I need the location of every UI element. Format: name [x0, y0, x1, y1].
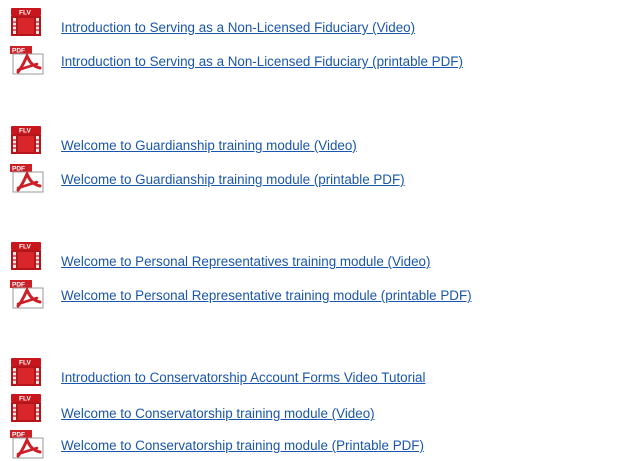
video-link[interactable]: Welcome to Personal Representatives trai… — [61, 254, 430, 270]
pdf-document-icon[interactable]: PDF — [7, 44, 51, 76]
pdf-link[interactable]: Welcome to Personal Representative train… — [61, 288, 472, 304]
svg-text:FLV: FLV — [19, 244, 31, 251]
svg-text:PDF: PDF — [12, 432, 25, 439]
svg-text:PDF: PDF — [12, 166, 25, 173]
video-link[interactable]: Introduction to Conservatorship Account … — [61, 370, 425, 386]
video-link[interactable]: Welcome to Guardianship training module … — [61, 138, 357, 154]
video-link[interactable]: Welcome to Conservatorship training modu… — [61, 406, 375, 422]
flv-video-icon[interactable]: FLV — [7, 356, 51, 388]
flv-video-icon[interactable]: FLV — [7, 6, 51, 38]
svg-text:FLV: FLV — [19, 128, 31, 135]
pdf-document-icon[interactable]: PDF — [7, 162, 51, 194]
pdf-link[interactable]: Introduction to Serving as a Non-License… — [61, 54, 463, 70]
video-link[interactable]: Introduction to Serving as a Non-License… — [61, 20, 415, 36]
flv-video-icon[interactable]: FLV — [7, 124, 51, 156]
pdf-link[interactable]: Welcome to Guardianship training module … — [61, 172, 405, 188]
svg-text:FLV: FLV — [19, 396, 31, 403]
pdf-document-icon[interactable]: PDF — [7, 428, 51, 460]
svg-text:FLV: FLV — [19, 360, 31, 367]
svg-text:FLV: FLV — [19, 10, 31, 17]
pdf-document-icon[interactable]: PDF — [7, 278, 51, 310]
svg-text:PDF: PDF — [12, 282, 25, 289]
pdf-link[interactable]: Welcome to Conservatorship training modu… — [61, 438, 424, 454]
flv-video-icon[interactable]: FLV — [7, 392, 51, 424]
flv-video-icon[interactable]: FLV — [7, 240, 51, 272]
svg-text:PDF: PDF — [12, 48, 25, 55]
